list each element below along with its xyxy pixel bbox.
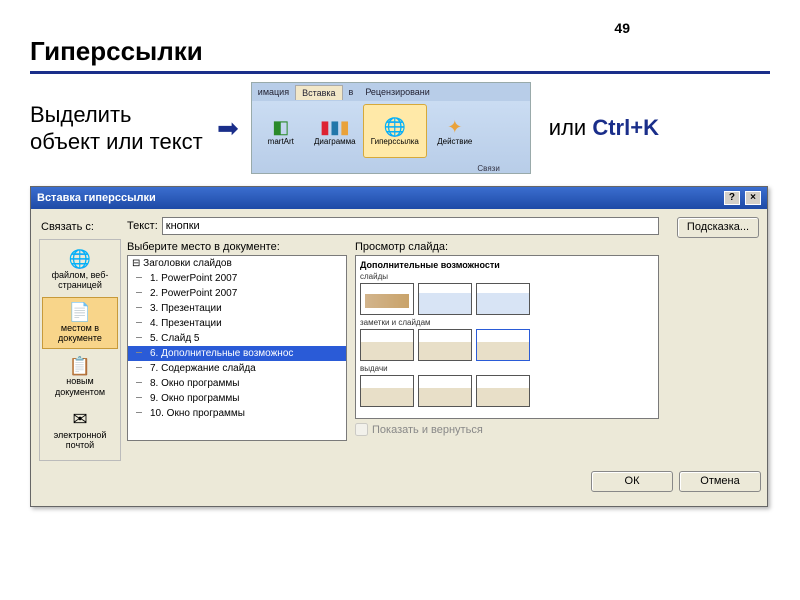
tree-item[interactable]: 7. Содержание слайда — [128, 361, 346, 376]
link-target-email[interactable]: ✉ электронной почтой — [42, 404, 118, 455]
smartart-icon: ◧ — [272, 117, 289, 137]
tree-item[interactable]: 5. Слайд 5 — [128, 331, 346, 346]
tree-item[interactable]: 2. PowerPoint 2007 — [128, 286, 346, 301]
globe-icon: 🌐 — [384, 117, 406, 137]
step-select-object: Выделить объект или текст — [30, 101, 205, 156]
close-icon[interactable]: × — [745, 191, 761, 205]
tree-header[interactable]: ⊟ Заголовки слайдов — [128, 256, 346, 271]
instruction-row: Выделить объект или текст ➡ имация Встав… — [30, 82, 770, 174]
ribbon-btn-smartart[interactable]: ◧ martArt — [255, 104, 307, 158]
page-title: Гиперссылки — [30, 36, 770, 67]
or-shortcut: или Ctrl+K — [549, 115, 659, 141]
title-rule — [30, 71, 770, 74]
tree-item[interactable]: 1. PowerPoint 2007 — [128, 271, 346, 286]
email-icon: ✉ — [72, 409, 87, 430]
preview-label: Просмотр слайда: — [355, 241, 659, 253]
text-label: Текст: — [127, 220, 158, 232]
ribbon-tab[interactable]: имация — [252, 85, 295, 99]
ribbon-btn-chart[interactable]: ▮▮▮ Диаграмма — [309, 104, 361, 158]
ribbon-tab[interactable]: Рецензировани — [359, 85, 436, 99]
slide-tree[interactable]: ⊟ Заголовки слайдов 1. PowerPoint 2007 2… — [127, 255, 347, 441]
ribbon-tabs: имация Вставка в Рецензировани — [252, 83, 530, 101]
link-target-new-doc[interactable]: 📋 новым документом — [42, 351, 118, 402]
new-document-icon: 📋 — [69, 356, 91, 377]
tree-item[interactable]: 8. Окно программы — [128, 376, 346, 391]
arrow-icon: ➡ — [217, 113, 239, 144]
preview-thumb — [360, 329, 414, 361]
ribbon-btn-hyperlink[interactable]: 🌐 Гиперссылка — [363, 104, 427, 158]
action-icon: ✦ — [447, 117, 462, 137]
link-target-place-in-doc[interactable]: 📄 местом в документе — [42, 297, 118, 348]
chart-icon: ▮▮▮ — [320, 117, 350, 137]
ribbon-tab-insert[interactable]: Вставка — [295, 85, 342, 100]
preview-thumb — [418, 283, 472, 315]
ribbon-group-label: Связи — [252, 164, 530, 173]
place-label: Выберите место в документе: — [127, 241, 347, 253]
tree-item[interactable]: 3. Презентации — [128, 301, 346, 316]
display-text-input[interactable] — [162, 217, 659, 235]
preview-thumb — [418, 329, 472, 361]
ribbon-btn-action[interactable]: ✦ Действие — [429, 104, 481, 158]
show-return-label: Показать и вернуться — [372, 424, 483, 436]
link-target-file-web[interactable]: 🌐 файлом, веб- страницей — [42, 244, 118, 295]
hint-button[interactable]: Подсказка... — [677, 217, 759, 238]
page-number: 49 — [30, 20, 770, 36]
ribbon-tab[interactable]: в — [343, 85, 360, 99]
help-icon[interactable]: ? — [724, 191, 740, 205]
preview-thumb — [360, 283, 414, 315]
link-target-bar: 🌐 файлом, веб- страницей 📄 местом в доку… — [39, 239, 121, 461]
ribbon-fragment: имация Вставка в Рецензировани ◧ martArt… — [251, 82, 531, 174]
globe-page-icon: 🌐 — [69, 249, 91, 270]
preview-thumb — [476, 329, 530, 361]
show-return-checkbox — [355, 423, 368, 436]
dialog-title: Вставка гиперссылки — [37, 192, 156, 204]
link-with-label: Связать с: — [39, 217, 121, 239]
dialog-titlebar: Вставка гиперссылки ? × — [31, 187, 767, 209]
preview-thumb — [476, 283, 530, 315]
tree-item[interactable]: 9. Окно программы — [128, 391, 346, 406]
preview-thumb — [476, 375, 530, 407]
insert-hyperlink-dialog: Вставка гиперссылки ? × Связать с: 🌐 фай… — [30, 186, 768, 507]
preview-thumb — [418, 375, 472, 407]
tree-item[interactable]: 10. Окно программы — [128, 406, 346, 421]
tree-item-selected[interactable]: 6. Дополнительные возможнос — [128, 346, 346, 361]
preview-slide-title: Дополнительные возможности — [360, 260, 654, 270]
cancel-button[interactable]: Отмена — [679, 471, 761, 492]
tree-item[interactable]: 4. Презентации — [128, 316, 346, 331]
ok-button[interactable]: ОК — [591, 471, 673, 492]
slide-preview: Дополнительные возможности слайды заметк… — [355, 255, 659, 419]
document-place-icon: 📄 — [69, 302, 91, 323]
preview-thumb — [360, 375, 414, 407]
shortcut-text: Ctrl+K — [592, 115, 659, 140]
